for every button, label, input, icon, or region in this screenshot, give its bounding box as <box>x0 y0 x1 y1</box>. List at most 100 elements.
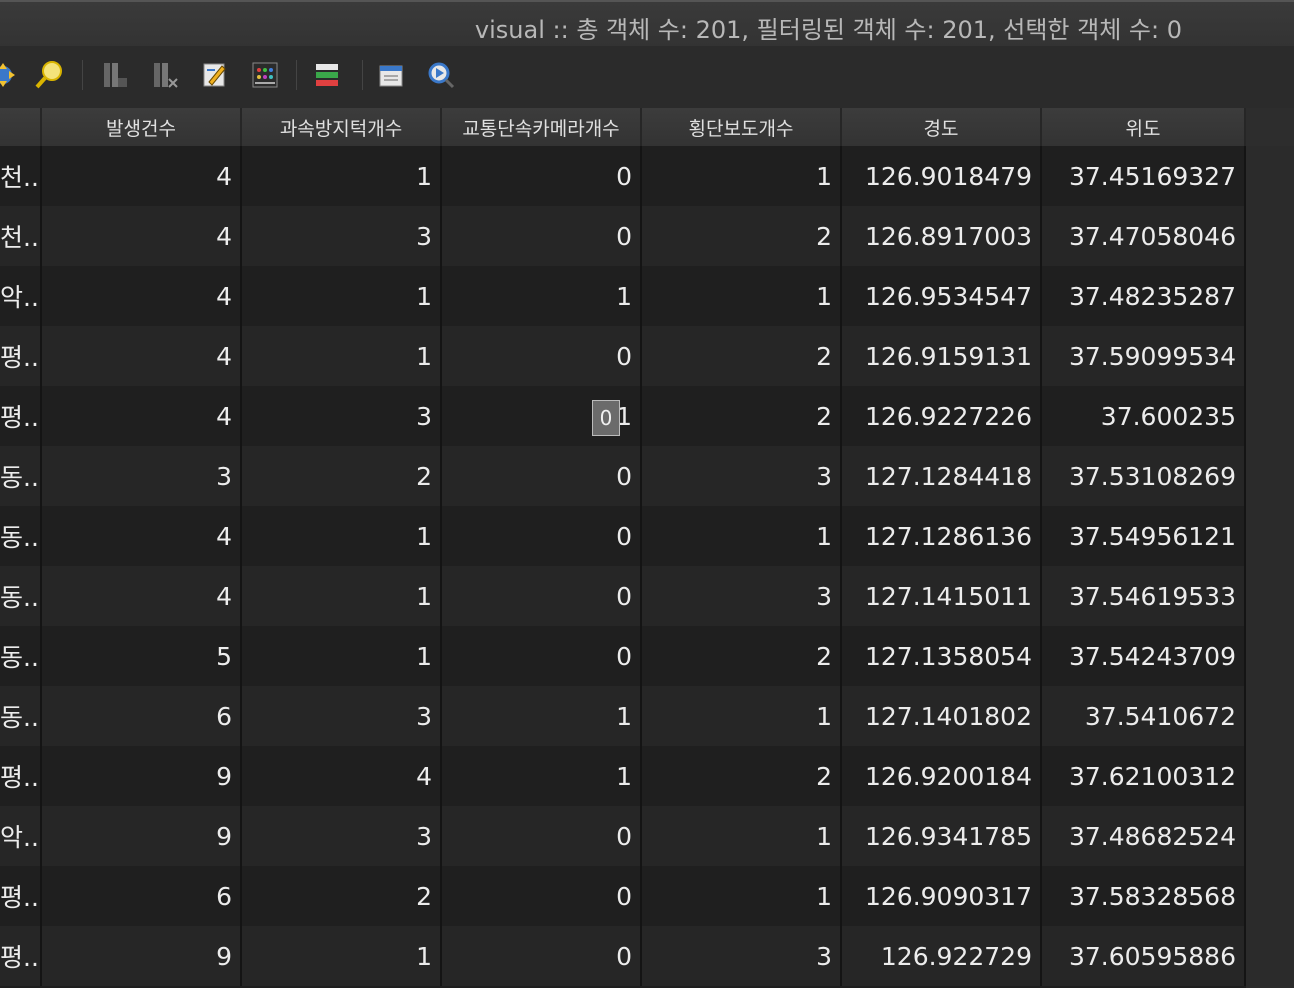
table-cell[interactable]: 1 <box>242 326 442 386</box>
table-row[interactable]: 평...9103126.92272937.60595886 <box>0 926 1246 986</box>
table-cell[interactable]: 3 <box>242 206 442 266</box>
table-cell[interactable]: 평... <box>0 386 42 446</box>
table-cell[interactable]: 동... <box>0 686 42 746</box>
table-cell[interactable]: 4 <box>242 746 442 806</box>
table-cell[interactable]: 4 <box>42 326 242 386</box>
table-cell[interactable]: 37.54243709 <box>1042 626 1246 686</box>
table-cell[interactable]: 4 <box>42 386 242 446</box>
column-header[interactable]: 위도 <box>1042 108 1246 146</box>
table-cell[interactable]: 1 <box>442 746 642 806</box>
table-cell[interactable]: 1 <box>242 926 442 986</box>
table-cell[interactable]: 4 <box>42 206 242 266</box>
zoom-to-selected-icon[interactable] <box>32 58 66 92</box>
table-cell[interactable]: 9 <box>42 926 242 986</box>
conditional-formatting-icon[interactable] <box>248 58 282 92</box>
table-cell[interactable]: 126.8917003 <box>842 206 1042 266</box>
table-cell[interactable]: 37.47058046 <box>1042 206 1246 266</box>
table-cell[interactable]: 126.9159131 <box>842 326 1042 386</box>
table-cell[interactable]: 0 <box>442 146 642 206</box>
table-cell[interactable]: 37.600235 <box>1042 386 1246 446</box>
table-cell[interactable]: 천... <box>0 146 42 206</box>
actions-icon[interactable] <box>424 58 458 92</box>
table-row[interactable]: 평...9412126.920018437.62100312 <box>0 746 1246 806</box>
table-cell[interactable]: 127.1358054 <box>842 626 1042 686</box>
table-cell[interactable]: 3 <box>642 566 842 626</box>
table-cell[interactable]: 126.922729 <box>842 926 1042 986</box>
table-cell[interactable]: 4 <box>42 146 242 206</box>
table-row[interactable]: 악...4111126.953454737.48235287 <box>0 266 1246 326</box>
column-header[interactable]: 횡단보도개수 <box>642 108 842 146</box>
table-cell[interactable]: 0 <box>442 926 642 986</box>
table-cell[interactable]: 9 <box>42 746 242 806</box>
table-cell[interactable]: 동... <box>0 626 42 686</box>
table-cell[interactable]: 평... <box>0 926 42 986</box>
column-header[interactable]: 과속방지턱개수 <box>242 108 442 146</box>
table-row[interactable]: 동...5102127.135805437.54243709 <box>0 626 1246 686</box>
table-row[interactable]: 악...9301126.934178537.48682524 <box>0 806 1246 866</box>
table-row[interactable]: 동...4101127.128613637.54956121 <box>0 506 1246 566</box>
table-row[interactable]: 평...4102126.915913137.59099534 <box>0 326 1246 386</box>
new-field-icon[interactable] <box>148 58 182 92</box>
table-cell[interactable]: 평... <box>0 866 42 926</box>
table-cell[interactable]: 1 <box>242 566 442 626</box>
table-cell[interactable]: 126.9227226 <box>842 386 1042 446</box>
table-cell[interactable]: 1 <box>642 266 842 326</box>
column-header[interactable]: 교통단속카메라개수 <box>442 108 642 146</box>
table-cell[interactable]: 6 <box>42 686 242 746</box>
table-cell[interactable]: 2 <box>242 866 442 926</box>
table-cell[interactable]: 37.54619533 <box>1042 566 1246 626</box>
dock-table-icon[interactable] <box>374 58 408 92</box>
table-cell[interactable]: 127.1286136 <box>842 506 1042 566</box>
table-row[interactable]: 평...4312126.922722637.600235 <box>0 386 1246 446</box>
table-cell[interactable]: 2 <box>642 626 842 686</box>
table-cell[interactable]: 1 <box>642 866 842 926</box>
table-cell[interactable]: 3 <box>642 926 842 986</box>
table-cell[interactable]: 1 <box>242 266 442 326</box>
table-cell[interactable]: 평... <box>0 326 42 386</box>
table-row[interactable]: 평...6201126.909031737.58328568 <box>0 866 1246 926</box>
table-cell[interactable]: 3 <box>242 806 442 866</box>
table-cell[interactable]: 37.48682524 <box>1042 806 1246 866</box>
table-cell[interactable]: 37.60595886 <box>1042 926 1246 986</box>
table-cell[interactable]: 127.1401802 <box>842 686 1042 746</box>
table-cell[interactable]: 1 <box>242 146 442 206</box>
table-cell[interactable]: 0 <box>442 866 642 926</box>
table-cell[interactable]: 37.58328568 <box>1042 866 1246 926</box>
table-cell[interactable]: 4 <box>42 566 242 626</box>
column-header[interactable]: 발생건수 <box>42 108 242 146</box>
table-cell[interactable]: 126.9200184 <box>842 746 1042 806</box>
table-row[interactable]: 동...4103127.141501137.54619533 <box>0 566 1246 626</box>
table-cell[interactable]: 1 <box>642 686 842 746</box>
field-calculator-icon[interactable] <box>198 58 232 92</box>
table-cell[interactable]: 126.9018479 <box>842 146 1042 206</box>
delete-field-icon[interactable] <box>98 58 132 92</box>
table-row[interactable]: 동...6311127.140180237.5410672 <box>0 686 1246 746</box>
table-cell[interactable]: 6 <box>42 866 242 926</box>
table-cell[interactable]: 0 <box>442 626 642 686</box>
table-cell[interactable]: 37.5410672 <box>1042 686 1246 746</box>
table-cell[interactable]: 37.62100312 <box>1042 746 1246 806</box>
table-cell[interactable]: 2 <box>242 446 442 506</box>
table-cell[interactable]: 126.9341785 <box>842 806 1042 866</box>
table-cell[interactable]: 126.9534547 <box>842 266 1042 326</box>
table-cell[interactable]: 3 <box>42 446 242 506</box>
table-cell[interactable]: 0 <box>442 506 642 566</box>
column-header[interactable] <box>0 108 42 146</box>
table-cell[interactable]: 1 <box>642 146 842 206</box>
table-cell[interactable]: 동... <box>0 506 42 566</box>
table-row[interactable]: 천...4101126.901847937.45169327 <box>0 146 1246 206</box>
table-cell[interactable]: 1 <box>642 806 842 866</box>
table-cell[interactable]: 3 <box>642 446 842 506</box>
table-cell[interactable]: 37.54956121 <box>1042 506 1246 566</box>
table-cell[interactable]: 1 <box>642 506 842 566</box>
table-cell[interactable]: 37.53108269 <box>1042 446 1246 506</box>
table-cell[interactable]: 천... <box>0 206 42 266</box>
table-cell[interactable]: 3 <box>242 386 442 446</box>
table-cell[interactable]: 2 <box>642 206 842 266</box>
table-cell[interactable]: 9 <box>42 806 242 866</box>
table-cell[interactable]: 126.9090317 <box>842 866 1042 926</box>
table-cell[interactable]: 5 <box>42 626 242 686</box>
table-cell[interactable]: 동... <box>0 566 42 626</box>
table-cell[interactable]: 37.48235287 <box>1042 266 1246 326</box>
organize-columns-icon[interactable] <box>310 58 344 92</box>
